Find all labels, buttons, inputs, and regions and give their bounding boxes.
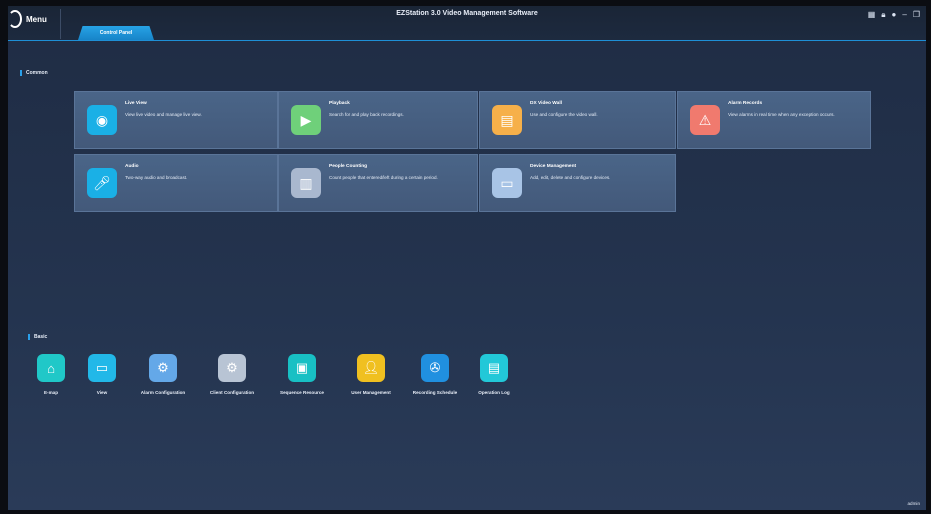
basic-item-label: User Management	[351, 390, 391, 395]
basic-item-recording-schedule[interactable]: ✇ Recording Schedule	[405, 354, 465, 395]
grid-icon[interactable]: ▦	[868, 10, 876, 20]
user-icon: 👤︎	[357, 354, 385, 382]
card-people-counting[interactable]: ▥ People Counting Count people that ente…	[278, 154, 478, 212]
lock-icon[interactable]: 🔒︎	[881, 10, 885, 20]
card-playback[interactable]: ▶ Playback Search for and play back reco…	[278, 91, 478, 149]
card-title: Device Management	[530, 164, 577, 169]
device-icon: ▭	[492, 168, 522, 198]
basic-item-label: Operation Log	[478, 390, 510, 395]
recording-icon: ✇	[421, 354, 449, 382]
basic-item-operation-log[interactable]: ▤ Operation Log	[464, 354, 524, 395]
playback-icon: ▶	[291, 105, 321, 135]
info-icon[interactable]: ●	[892, 10, 897, 20]
sequence-icon: ▣	[288, 354, 316, 382]
card-desc: Add, edit, delete and configure devices.	[530, 175, 611, 180]
card-title: Playback	[329, 101, 350, 106]
view-icon: ▭	[88, 354, 116, 382]
card-title: Live View	[125, 101, 147, 106]
card-desc: View alarms in real time when any except…	[728, 112, 835, 117]
people-counting-icon: ▥	[291, 168, 321, 198]
card-title: DX Video Wall	[530, 101, 562, 106]
card-audio[interactable]: 🎤︎ Audio Two-way audio and broadcast.	[74, 154, 278, 212]
video-wall-icon: ▤	[492, 105, 522, 135]
basic-item-client-configuration[interactable]: ⚙ Client Configuration	[202, 354, 262, 395]
tab-control-panel[interactable]: Control Panel	[78, 26, 154, 40]
section-common-heading: Common	[20, 70, 48, 76]
card-desc: Search for and play back recordings.	[329, 112, 404, 117]
card-alarm-records[interactable]: ⚠ Alarm Records View alarms in real time…	[677, 91, 871, 149]
restore-icon[interactable]: ❐	[913, 10, 920, 20]
emap-icon: ⌂	[37, 354, 65, 382]
minimize-icon[interactable]: –	[902, 10, 906, 20]
basic-item-label: Sequence Resource	[280, 390, 324, 395]
card-desc: Two-way audio and broadcast.	[125, 175, 188, 180]
system-icons: ▦ 🔒︎ ● – ❐	[868, 10, 920, 20]
basic-item-sequence-resource[interactable]: ▣ Sequence Resource	[272, 354, 332, 395]
camera-icon: ◉	[87, 105, 117, 135]
card-title: Audio	[125, 164, 139, 169]
basic-item-view[interactable]: ▭ View	[72, 354, 132, 395]
app-title: EZStation 3.0 Video Management Software	[396, 10, 538, 17]
microphone-icon: 🎤︎	[87, 168, 117, 198]
alarm-config-icon: ⚙	[149, 354, 177, 382]
card-title: Alarm Records	[728, 101, 763, 106]
title-bar: Menu EZStation 3.0 Video Management Soft…	[8, 6, 926, 41]
basic-item-user-management[interactable]: 👤︎ User Management	[341, 354, 401, 395]
section-basic-heading: Basic	[28, 334, 47, 340]
card-desc: Count people that entered/left during a …	[329, 175, 438, 180]
basic-item-alarm-configuration[interactable]: ⚙ Alarm Configuration	[133, 354, 193, 395]
card-title: People Counting	[329, 164, 368, 169]
card-desc: Use and configure the video wall.	[530, 112, 598, 117]
card-video-wall[interactable]: ▤ DX Video Wall Use and configure the vi…	[479, 91, 676, 149]
current-user: admin	[907, 501, 920, 506]
basic-item-label: View	[96, 390, 108, 395]
card-device-management[interactable]: ▭ Device Management Add, edit, delete an…	[479, 154, 676, 212]
main-window: Menu EZStation 3.0 Video Management Soft…	[8, 6, 926, 510]
card-desc: View live video and manage live view.	[125, 112, 202, 117]
client-config-icon: ⚙	[218, 354, 246, 382]
basic-item-label: Alarm Configuration	[140, 390, 186, 395]
basic-item-label: Client Configuration	[209, 390, 255, 395]
card-live-view[interactable]: ◉ Live View View live video and manage l…	[74, 91, 278, 149]
log-icon: ▤	[480, 354, 508, 382]
alarm-icon: ⚠	[690, 105, 720, 135]
basic-item-label: Recording Schedule	[412, 390, 458, 395]
